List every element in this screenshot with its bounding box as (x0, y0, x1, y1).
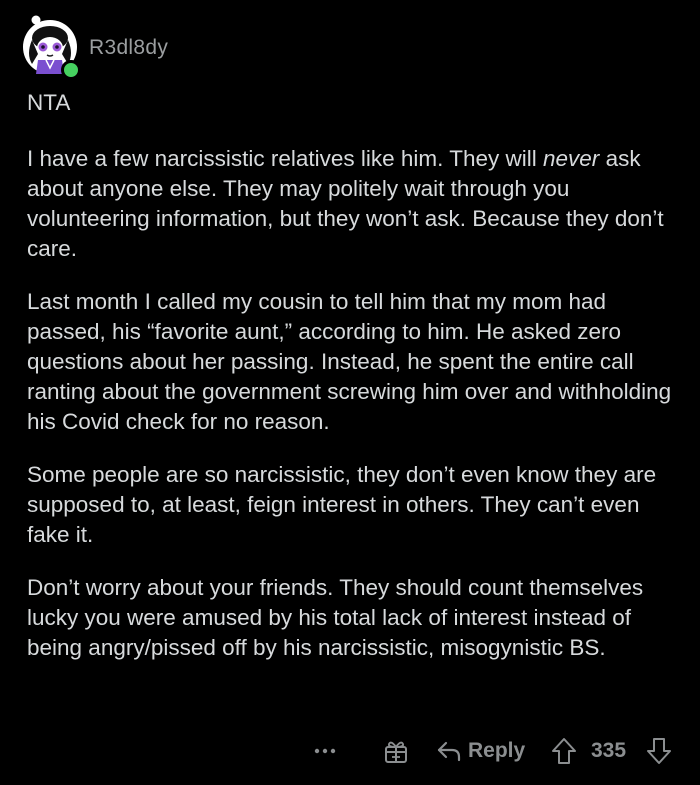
award-button[interactable] (383, 734, 409, 768)
reply-arrow-icon (437, 741, 461, 762)
comment-header: R3dl8dy (20, 14, 168, 80)
more-options-button[interactable] (314, 734, 336, 768)
comment-paragraph: Some people are so narcissistic, they do… (27, 462, 657, 547)
avatar[interactable] (20, 14, 81, 80)
up-arrow-icon (552, 738, 576, 764)
comment-actions: Reply 335 (0, 734, 700, 768)
comment-body: NTA I have a few narcissistic relatives … (27, 88, 677, 686)
reply-button[interactable]: Reply (436, 734, 525, 768)
reply-label: Reply (468, 739, 526, 762)
emphasis-text: never (543, 146, 600, 171)
more-horizontal-icon (314, 748, 336, 754)
online-status-icon (61, 60, 81, 80)
gift-icon (385, 741, 407, 763)
downvote-button[interactable] (646, 734, 672, 768)
comment-paragraph: I have a few narcissistic relatives like… (27, 144, 677, 264)
comment-paragraph: Last month I called my cousin to tell hi… (27, 289, 672, 434)
vote-score: 335 (591, 739, 627, 762)
paragraph-text: I have a few narcissistic relatives like… (27, 146, 544, 171)
upvote-button[interactable] (551, 734, 577, 768)
username[interactable]: R3dl8dy (89, 36, 168, 60)
comment-paragraph: NTA (27, 90, 71, 115)
comment-paragraph: Don’t worry about your friends. They sho… (27, 575, 644, 660)
down-arrow-icon (647, 738, 671, 764)
